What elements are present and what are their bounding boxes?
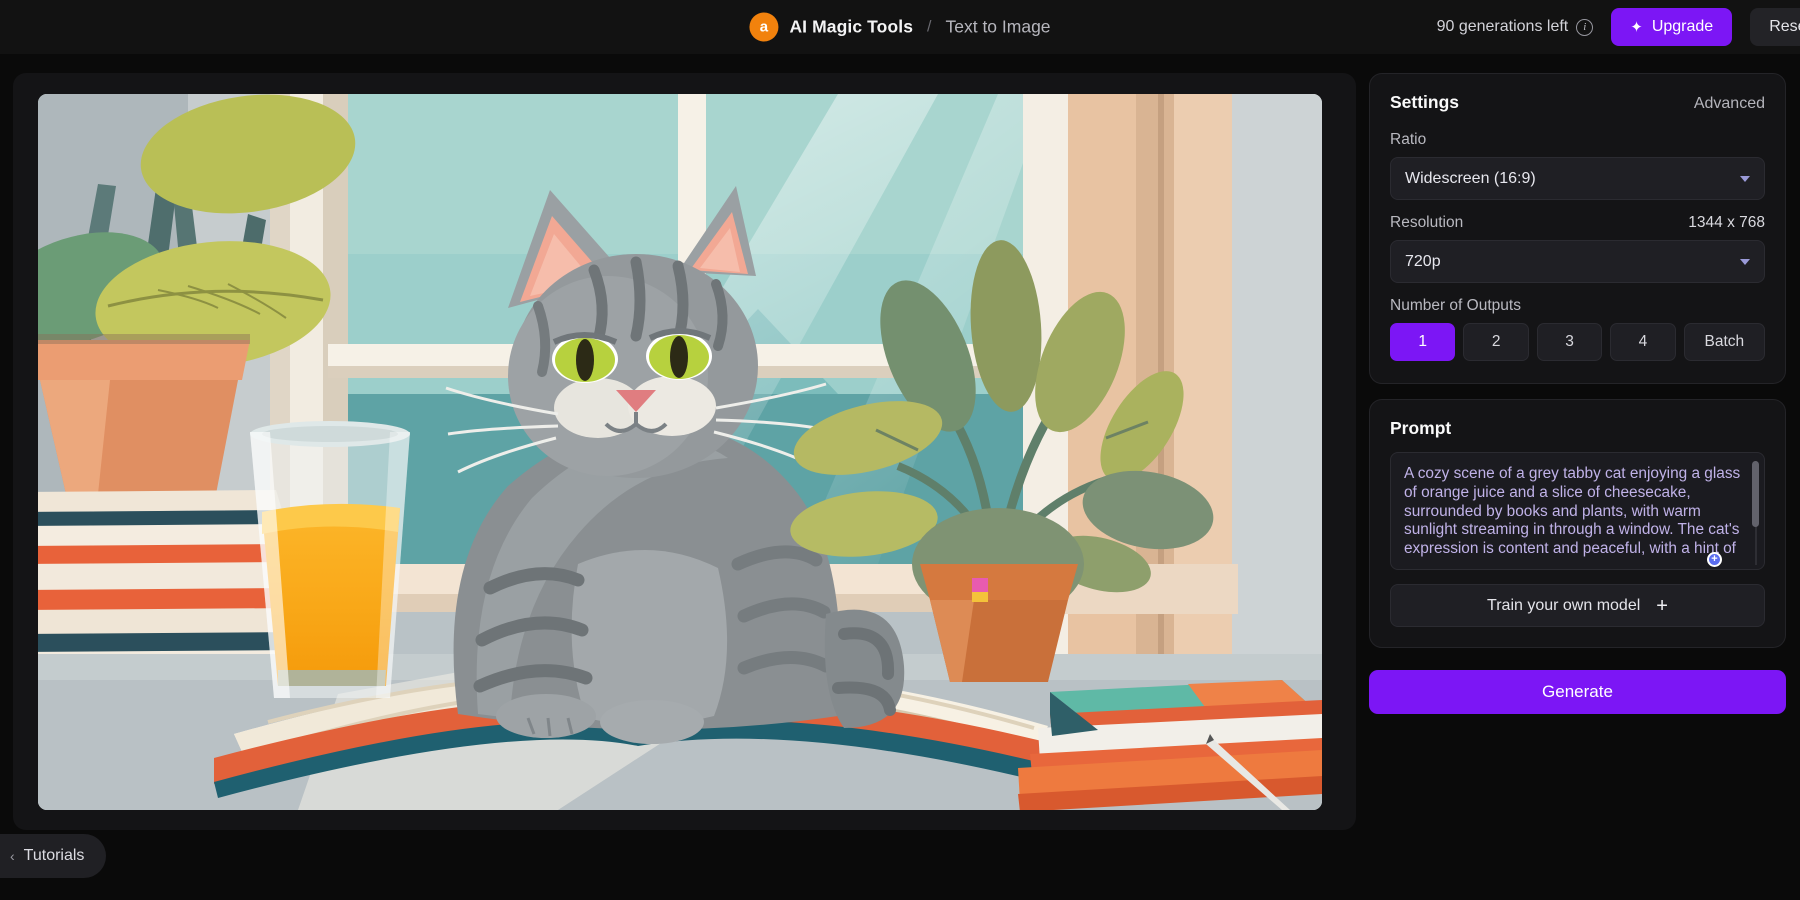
train-model-label: Train your own model	[1487, 596, 1641, 614]
prompt-panel: Prompt A cozy scene of a grey tabby cat …	[1369, 399, 1786, 648]
prompt-scrollbar-thumb[interactable]	[1752, 461, 1759, 527]
reset-button[interactable]: Reset	[1750, 8, 1800, 46]
chevron-down-icon	[1740, 258, 1750, 265]
resolution-select[interactable]: 720p	[1390, 240, 1765, 283]
preview-canvas-shell	[13, 73, 1356, 830]
top-bar: a AI Magic Tools / Text to Image 90 gene…	[0, 0, 1800, 54]
breadcrumb: a AI Magic Tools / Text to Image	[749, 12, 1051, 42]
advanced-settings-link[interactable]: Advanced	[1694, 95, 1765, 113]
right-sidebar: Settings Advanced Ratio Widescreen (16:9…	[1369, 73, 1786, 714]
generated-image-artwork	[38, 94, 1322, 810]
outputs-option-4[interactable]: 4	[1610, 323, 1676, 361]
breadcrumb-separator: /	[927, 18, 932, 35]
breadcrumb-current-page[interactable]: Text to Image	[945, 17, 1050, 38]
prompt-input-value: A cozy scene of a grey tabby cat enjoyin…	[1404, 465, 1745, 558]
number-of-outputs-label: Number of Outputs	[1390, 297, 1521, 314]
prompt-title: Prompt	[1390, 418, 1452, 438]
top-bar-actions: 90 generations left i ✦ Upgrade Reset	[1437, 8, 1800, 46]
ratio-select[interactable]: Widescreen (16:9)	[1390, 157, 1765, 200]
prompt-input[interactable]: A cozy scene of a grey tabby cat enjoyin…	[1390, 452, 1765, 570]
outputs-option-3[interactable]: 3	[1536, 323, 1603, 361]
mouse-cursor-icon: +	[1707, 552, 1722, 567]
sparkle-icon: ✦	[1630, 18, 1643, 36]
settings-header: Settings Advanced	[1390, 92, 1765, 113]
plus-icon: +	[1656, 594, 1668, 617]
resolution-select-value: 720p	[1405, 252, 1441, 270]
app-title[interactable]: AI Magic Tools	[789, 17, 913, 38]
generations-left: 90 generations left i	[1437, 18, 1594, 36]
ratio-label: Ratio	[1390, 131, 1427, 148]
number-of-outputs-group: 1 2 3 4 Batch	[1390, 323, 1765, 361]
upgrade-button[interactable]: ✦ Upgrade	[1611, 8, 1733, 46]
outputs-option-1[interactable]: 1	[1390, 323, 1456, 361]
outputs-option-2[interactable]: 2	[1463, 323, 1529, 361]
settings-panel: Settings Advanced Ratio Widescreen (16:9…	[1369, 73, 1786, 384]
resolution-label: Resolution	[1390, 214, 1464, 231]
generated-image[interactable]	[38, 94, 1322, 810]
chevron-left-icon: ‹	[10, 848, 15, 864]
upgrade-button-label: Upgrade	[1651, 18, 1714, 35]
avatar[interactable]: a	[749, 12, 779, 42]
resolution-dimensions: 1344 x 768	[1688, 214, 1765, 231]
generations-left-label: 90 generations left	[1436, 18, 1569, 35]
resolution-label-row: Resolution 1344 x 768	[1390, 214, 1765, 232]
tutorials-label: Tutorials	[23, 847, 85, 864]
train-your-own-model-button[interactable]: Train your own model +	[1390, 584, 1765, 627]
outputs-option-batch[interactable]: Batch	[1683, 323, 1765, 361]
generate-button[interactable]: Generate	[1369, 670, 1786, 714]
ratio-select-value: Widescreen (16:9)	[1405, 169, 1536, 187]
info-icon[interactable]: i	[1576, 18, 1594, 36]
tutorials-button[interactable]: ‹ Tutorials	[0, 834, 107, 878]
chevron-down-icon	[1740, 175, 1750, 182]
settings-title: Settings	[1390, 92, 1460, 112]
